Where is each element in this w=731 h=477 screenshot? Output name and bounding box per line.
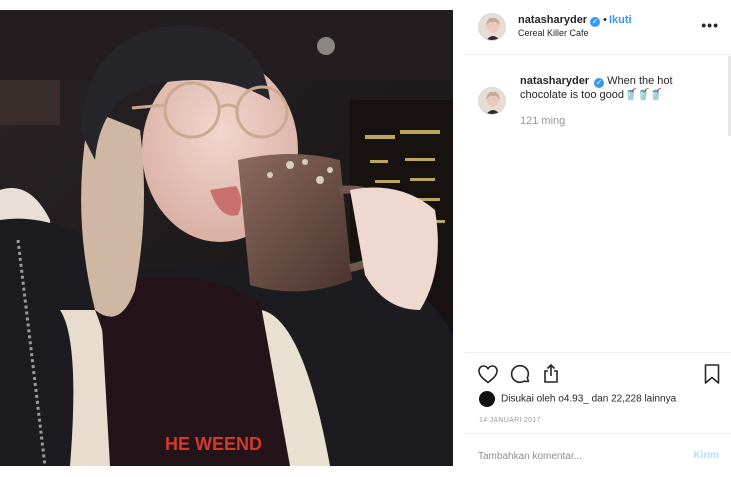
comments-section: natasharyder ✓ When the hot chocolate is …	[465, 56, 731, 352]
verified-badge-icon: ✓	[594, 78, 605, 88]
post-photo[interactable]: HE WEEND	[0, 10, 453, 466]
bookmark-icon[interactable]	[700, 362, 724, 386]
like-icon[interactable]	[476, 362, 500, 386]
owner-username[interactable]: natasharyder	[518, 14, 587, 26]
caption-avatar[interactable]	[478, 87, 506, 115]
add-comment-section: Kirim	[465, 433, 731, 477]
sweatshirt-text: HE WEEND	[165, 434, 262, 454]
follow-button[interactable]: Ikuti	[609, 14, 632, 26]
avatar-image	[479, 88, 505, 114]
separator-dot: •	[603, 14, 607, 26]
likes-text: Disukai oleh o4.93_ dan 22,228 lainnya	[501, 393, 677, 405]
post-location[interactable]: Cereal Killer Cafe	[518, 28, 589, 38]
more-options-icon[interactable]: •••	[701, 17, 719, 33]
action-bar: Disukai oleh o4.93_ dan 22,228 lainnya 1…	[465, 352, 731, 432]
post-caption: natasharyder ✓ When the hot chocolate is …	[520, 74, 720, 102]
comment-icon[interactable]	[508, 362, 532, 386]
post-header: natasharyder ✓ • Ikuti Cereal Killer Cafe •…	[465, 0, 731, 55]
post-date: 14 JANUARI 2017	[479, 417, 541, 424]
owner-line: natasharyder ✓ • Ikuti	[518, 14, 632, 27]
post-comment-button[interactable]: Kirim	[693, 450, 719, 461]
owner-avatar[interactable]	[478, 13, 506, 41]
likes-summary[interactable]: Disukai oleh o4.93_ dan 22,228 lainnya	[479, 391, 676, 407]
photo-image: HE WEEND	[0, 10, 453, 466]
caption-time: 121 ming	[520, 115, 566, 127]
caption-emoji: 🥤🥤🥤	[623, 89, 663, 101]
verified-badge-icon: ✓	[590, 17, 601, 27]
share-icon[interactable]	[539, 362, 563, 386]
avatar-image	[479, 14, 505, 40]
caption-username[interactable]: natasharyder	[520, 75, 589, 87]
liker-avatar	[479, 391, 495, 407]
post-details-panel: natasharyder ✓ • Ikuti Cereal Killer Cafe •…	[465, 0, 731, 477]
comment-input[interactable]	[478, 447, 668, 465]
